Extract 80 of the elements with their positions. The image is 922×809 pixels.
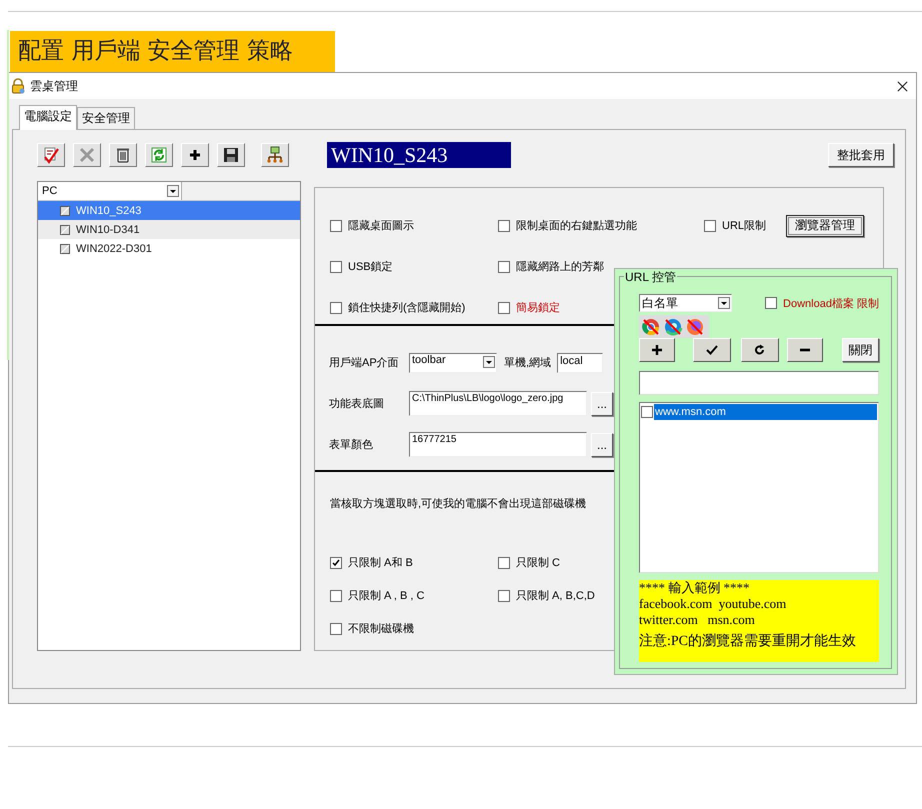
form-color-field[interactable]: 16777215 <box>409 432 587 457</box>
redo-button[interactable] <box>741 338 779 362</box>
check-list-icon <box>42 146 60 164</box>
save-icon <box>222 146 240 164</box>
page-banner-title: 配置 用戶端 安全管理 策略 <box>10 31 335 72</box>
checkbox[interactable] <box>498 556 510 568</box>
drive-checkbox[interactable]: 只限制 C <box>498 555 560 570</box>
url-input-field[interactable] <box>639 371 879 395</box>
client-ap-dropdown[interactable]: toolbar <box>409 352 497 372</box>
remove-button[interactable] <box>787 338 823 362</box>
checkbox[interactable] <box>498 302 510 314</box>
confirm-button[interactable] <box>693 338 731 362</box>
download-limit-checkbox[interactable]: Download檔案 限制 <box>765 296 879 310</box>
background-image-field[interactable]: C:\ThinPlus\LB\logo\logo_zero.jpg <box>409 391 587 416</box>
column-header[interactable]: PC <box>38 182 182 200</box>
option-checkbox[interactable]: 限制桌面的右鍵點選功能 <box>498 218 704 233</box>
url-list-item[interactable]: www.msn.com <box>654 404 877 420</box>
checkbox[interactable] <box>330 260 342 272</box>
checkbox[interactable] <box>498 260 510 272</box>
checkbox[interactable] <box>330 590 342 602</box>
window-title: 雲桌管理 <box>30 78 78 94</box>
browse-button[interactable]: ... <box>591 432 613 456</box>
computer-icon <box>60 224 70 234</box>
computer-icon <box>60 244 70 254</box>
hint-text: twitter.com msn.com <box>639 612 756 628</box>
drive-checkbox[interactable]: 只限制 A和 B <box>330 555 498 570</box>
drive-checkbox[interactable]: 不限制磁碟機 <box>330 621 498 636</box>
drive-checkbox[interactable]: 只限制 A , B , C <box>330 588 498 603</box>
checkmark-icon <box>331 558 341 568</box>
notice-text: 注意:PC的瀏覽器需要重開才能生效 <box>639 634 858 650</box>
tree-item[interactable]: WIN10_S243 <box>38 201 300 220</box>
close-button[interactable]: 關閉 <box>842 338 879 362</box>
selected-pc-label: WIN10_S243 <box>327 142 511 168</box>
toolbar-button[interactable] <box>217 143 245 167</box>
refresh-icon <box>150 146 168 164</box>
blocked-browser-icon[interactable] <box>641 316 661 336</box>
plus-icon <box>651 344 663 356</box>
option-checkbox[interactable]: URL限制 <box>704 218 766 233</box>
field-label: 用戶端AP介面 <box>329 356 400 370</box>
lock-icon <box>10 78 26 94</box>
checkbox[interactable] <box>641 406 653 418</box>
tree-item[interactable]: WIN2022-D301 <box>38 239 300 258</box>
option-checkbox[interactable]: USB鎖定 <box>330 259 498 274</box>
browser-manage-button[interactable]: 瀏覽器管理 <box>786 214 864 236</box>
field-label: 表單顏色 <box>329 438 374 452</box>
hint-text: **** 輸入範例 **** <box>639 580 750 596</box>
checkbox[interactable] <box>498 220 510 232</box>
option-checkbox[interactable]: 鎖住快捷列(含隱藏開始) <box>330 300 498 315</box>
hint-text: facebook.com youtube.com <box>639 596 788 612</box>
field-label: 單機,網域 <box>504 356 552 370</box>
toolbar-button[interactable] <box>261 143 289 167</box>
computer-icon <box>60 206 70 216</box>
tab[interactable]: 安全管理 <box>77 107 135 129</box>
drive-note: 當核取方塊選取時,可使我的電腦不會出現這部磁碟機 <box>330 496 588 512</box>
redo-icon <box>754 344 766 356</box>
field-label: 功能表底圖 <box>329 396 385 411</box>
checkbox[interactable] <box>330 302 342 314</box>
drive-checkbox[interactable]: 只限制 A, B,C,D <box>498 588 595 603</box>
option-checkbox[interactable]: 隱藏桌面圖示 <box>330 218 498 233</box>
blocked-browser-icon[interactable] <box>663 316 683 336</box>
add-button[interactable] <box>639 338 675 362</box>
tab[interactable]: 電腦設定 <box>19 105 77 130</box>
list-mode-dropdown[interactable]: 白名單 <box>639 294 732 312</box>
group-title: URL 控管 <box>624 269 677 286</box>
checkbox[interactable] <box>330 220 342 232</box>
toolbar-button[interactable] <box>181 143 209 167</box>
batch-apply-button[interactable]: 整批套用 <box>828 143 894 167</box>
checkmark-icon <box>706 344 718 356</box>
tree-item[interactable]: WIN10-D341 <box>38 220 300 239</box>
network-icon <box>266 146 284 164</box>
domain-field[interactable]: local <box>557 352 604 372</box>
checkbox[interactable] <box>498 590 510 602</box>
browse-button[interactable]: ... <box>591 392 613 416</box>
checkbox[interactable] <box>330 556 342 568</box>
checkbox[interactable] <box>330 622 342 634</box>
checkbox[interactable] <box>765 297 778 309</box>
trash-icon <box>114 146 132 164</box>
checkbox[interactable] <box>704 220 716 232</box>
toolbar-button[interactable] <box>109 143 137 167</box>
close-icon[interactable] <box>897 80 908 92</box>
